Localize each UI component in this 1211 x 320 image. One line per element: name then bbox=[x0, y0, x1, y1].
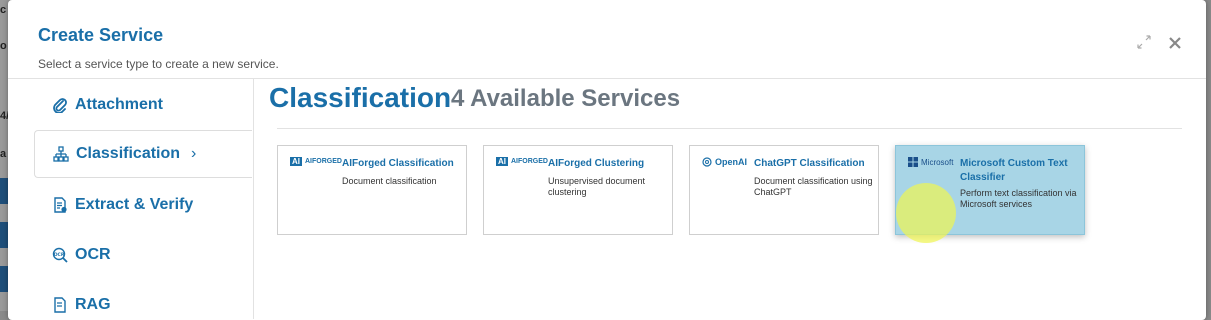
service-card-description: Document classification bbox=[342, 176, 437, 186]
background-text: c bbox=[0, 4, 7, 16]
service-card-title: AIForged Classification bbox=[342, 158, 454, 169]
service-card-title: Microsoft Custom Text Classifier bbox=[960, 158, 1068, 183]
sidebar-item-extract-verify[interactable]: Extract & Verify bbox=[34, 181, 252, 229]
hierarchy-icon bbox=[53, 146, 69, 162]
service-card-description: Unsupervised document clustering bbox=[548, 176, 646, 197]
service-card-title: ChatGPT Classification bbox=[754, 158, 865, 169]
openai-logo: OpenAI bbox=[702, 157, 747, 167]
paperclip-icon bbox=[52, 97, 68, 114]
expand-icon[interactable] bbox=[1135, 33, 1153, 51]
service-card-description: Perform text classification via Microsof… bbox=[960, 188, 1077, 209]
sidebar-item-label: Attachment bbox=[75, 96, 164, 113]
sidebar-item-label: Classification bbox=[76, 145, 181, 162]
sidebar-item-attachment[interactable]: Attachment bbox=[34, 81, 252, 129]
modal-title: Create Service bbox=[38, 25, 164, 45]
svg-text:OCR: OCR bbox=[54, 252, 65, 258]
background-text: a bbox=[0, 148, 7, 160]
sidebar-item-label: RAG bbox=[75, 296, 111, 313]
aiforged-logo: AI AIFORGED bbox=[290, 157, 342, 166]
available-services-count: 4 Available Services bbox=[451, 85, 681, 112]
sidebar-item-classification[interactable]: Classification › bbox=[34, 130, 252, 178]
service-card-aiforged-clustering[interactable]: AI AIFORGED AIForged Clustering Unsupervi… bbox=[483, 145, 673, 235]
service-card-chatgpt-classification[interactable]: OpenAI ChatGPT Classification Document c… bbox=[689, 145, 879, 235]
create-service-modal: Create Service Select a service type to … bbox=[8, 0, 1206, 320]
document-verify-icon bbox=[52, 197, 68, 213]
sidebar-item-label: Extract & Verify bbox=[75, 196, 194, 213]
sidebar-item-ocr[interactable]: OCR OCR bbox=[34, 231, 252, 279]
background-text: o bbox=[0, 40, 7, 52]
service-card-aiforged-classification[interactable]: AI AIFORGED AIForged Classification Docum… bbox=[277, 145, 467, 235]
service-card-description: Document classification using ChatGPT bbox=[754, 176, 873, 197]
cursor-highlight bbox=[896, 183, 956, 243]
sidebar-item-rag[interactable]: RAG bbox=[34, 281, 252, 320]
content-divider bbox=[277, 128, 1182, 129]
ocr-icon: OCR bbox=[52, 247, 68, 263]
close-icon[interactable] bbox=[1166, 34, 1184, 52]
chevron-right-icon: › bbox=[191, 145, 197, 162]
aiforged-logo: AI AIFORGED bbox=[496, 157, 548, 166]
modal-subtitle: Select a service type to create a new se… bbox=[38, 57, 279, 71]
microsoft-logo: Microsoft bbox=[908, 157, 953, 167]
service-type-sidebar: Attachment Classification › Extract & Ve… bbox=[8, 79, 254, 319]
sidebar-item-label: OCR bbox=[75, 246, 111, 263]
section-title: Classification bbox=[269, 82, 452, 113]
service-card-title: AIForged Clustering bbox=[548, 158, 645, 169]
